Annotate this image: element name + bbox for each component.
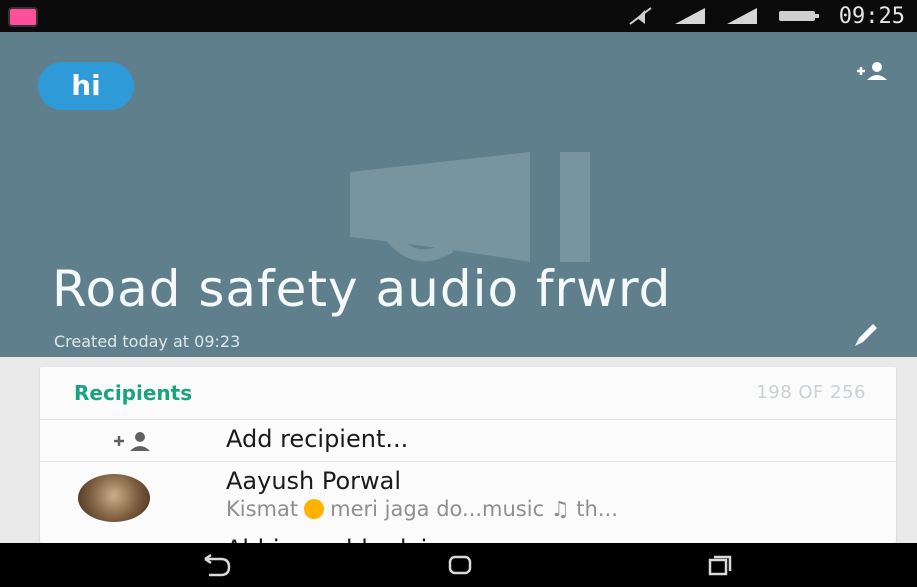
signal-icon-1 (674, 8, 705, 24)
sunglasses-emoji-icon (304, 499, 325, 519)
add-recipient-icon (114, 432, 150, 451)
recipients-header: Recipients 198 OF 256 (40, 367, 896, 420)
recents-icon[interactable] (700, 551, 740, 579)
hike-logo[interactable]: hi (38, 62, 134, 110)
add-person-icon[interactable] (851, 60, 891, 82)
status-text-part1: Kismat (226, 497, 299, 521)
broadcast-title: Road safety audio frwrd (52, 260, 672, 318)
add-recipient-label: Add recipient... (226, 425, 409, 453)
add-recipient-row[interactable]: Add recipient... (40, 419, 896, 462)
signal-icon-2 (726, 8, 757, 24)
notification-icon (8, 7, 38, 27)
battery-icon (778, 11, 819, 21)
recipients-card: Recipients 198 OF 256 Add recipient... A… (40, 367, 896, 555)
recipients-count: 198 OF 256 (756, 382, 866, 403)
broadcast-header: hi Road safety audio frwrd Created today… (0, 32, 917, 357)
recipient-row[interactable]: Aayush Porwal Kismat meri jaga do...music… (40, 461, 896, 535)
mute-icon (629, 7, 652, 25)
recipient-name: Aayush Porwal (226, 467, 402, 495)
navigation-bar (0, 543, 917, 587)
megaphone-icon (350, 152, 590, 262)
recipients-label: Recipients (74, 381, 193, 405)
recipient-status: Kismat meri jaga do...music ♫ th... (226, 497, 618, 521)
edit-pencil-icon[interactable] (849, 318, 883, 352)
created-timestamp: Created today at 09:23 (54, 332, 241, 351)
status-bar: 09:25 (0, 0, 917, 32)
status-time: 09:25 (838, 3, 905, 29)
status-text-part2: meri jaga do...music ♫ th... (330, 497, 618, 521)
avatar (78, 474, 150, 522)
status-icons: 09:25 (627, 0, 905, 32)
back-icon[interactable] (195, 551, 235, 579)
home-icon[interactable] (440, 551, 480, 579)
